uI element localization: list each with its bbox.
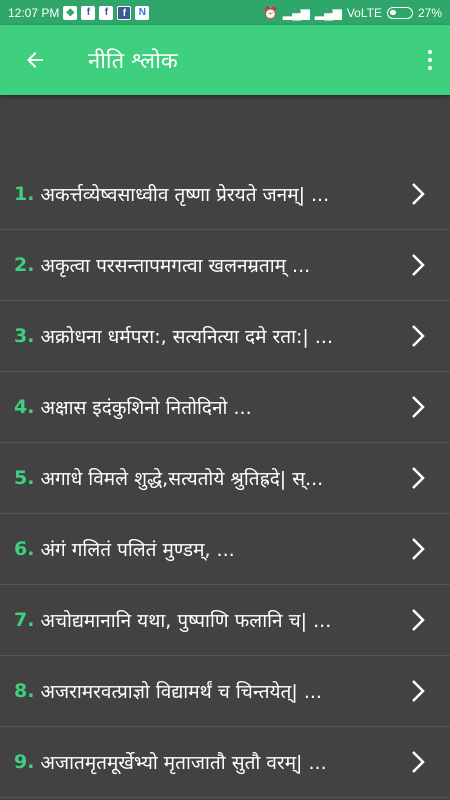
item-text: अजरामरवत्प्राज्ञो विद्यामर्थं च चिन्तयेत…	[40, 681, 322, 703]
shloka-list: 1. अकर्त्तव्येष्वसाध्वीव तृष्णा प्रेरयते…	[0, 159, 450, 798]
app-bar: नीति श्लोक	[0, 25, 450, 95]
chevron-right-icon	[406, 608, 430, 632]
arrow-left-icon	[27, 52, 43, 68]
chevron-right-icon	[406, 253, 430, 277]
battery-icon	[386, 6, 413, 19]
chevron-right-icon	[406, 679, 430, 703]
chevron-right-icon	[406, 395, 430, 419]
status-time: 12:07 PM	[8, 5, 60, 20]
item-text: अजातमृतमूर्खेभ्यो मृताजातौ सुतौ वरम्| ..…	[40, 752, 327, 774]
list-item[interactable]: 7. अचोद्यमानानि यथा, पुष्पाणि फलानि च| .…	[0, 585, 450, 656]
alarm-icon: ⏰	[262, 5, 278, 20]
chevron-right-icon	[406, 466, 430, 490]
signal-icon: ▂▄▆	[282, 5, 310, 20]
list-item[interactable]: 6. अंगं गलितं पलितं मुण्डम्, ...	[0, 514, 450, 585]
back-button[interactable]	[0, 25, 70, 95]
item-text: अक्षास इदंकुशिनो नितोदिनो ...	[40, 397, 252, 419]
list-item[interactable]: 2. अकृत्वा परसन्तापमगत्वा खलनम्रताम् ...	[0, 230, 450, 301]
item-number: 7.	[14, 609, 35, 631]
page-title: नीति श्लोक	[88, 49, 178, 74]
item-text: अंगं गलितं पलितं मुण्डम्, ...	[40, 539, 235, 561]
more-vert-icon	[428, 50, 432, 54]
signal-icon: ▂▄▆	[314, 5, 342, 20]
item-text: अगाधे विमले शुद्धे,सत्यतोये श्रुतिह्रदे|…	[40, 468, 324, 490]
item-text: अकर्त्तव्येष्वसाध्वीव तृष्णा प्रेरयते जन…	[40, 184, 330, 206]
item-number: 6.	[14, 538, 35, 560]
chevron-right-icon	[406, 750, 430, 774]
news-notification-icon: N	[135, 5, 150, 20]
network-type: VoLTE	[346, 5, 382, 20]
item-text: अचोद्यमानानि यथा, पुष्पाणि फलानि च| ...	[40, 610, 332, 632]
facebook-notification-icon: f	[117, 5, 132, 20]
overflow-menu-button[interactable]	[410, 25, 450, 95]
item-number: 8.	[14, 680, 35, 702]
facebook-notification-icon: f	[81, 5, 96, 20]
list-item[interactable]: 1. अकर्त्तव्येष्वसाध्वीव तृष्णा प्रेरयते…	[0, 159, 450, 230]
battery-percent: 27%	[417, 5, 442, 20]
list-item[interactable]: 4. अक्षास इदंकुशिनो नितोदिनो ...	[0, 372, 450, 443]
list-item[interactable]: 9. अजातमृतमूर्खेभ्यो मृताजातौ सुतौ वरम्|…	[0, 727, 450, 798]
list-item[interactable]: 3. अक्रोधना धर्मपरा:, सत्यनित्या दमे रता…	[0, 301, 450, 372]
list-item[interactable]: 8. अजरामरवत्प्राज्ञो विद्यामर्थं च चिन्त…	[0, 656, 450, 727]
shield-notification-icon: ◆	[63, 5, 78, 20]
item-number: 1.	[14, 183, 35, 205]
item-number: 4.	[14, 396, 35, 418]
facebook-notification-icon: f	[99, 5, 114, 20]
item-number: 5.	[14, 467, 35, 489]
item-number: 3.	[14, 325, 35, 347]
item-text: अक्रोधना धर्मपरा:, सत्यनित्या दमे रता:| …	[40, 326, 333, 348]
chevron-right-icon	[406, 537, 430, 561]
status-bar: 12:07 PM ◆ f f f N ⏰ ▂▄▆ ▂▄▆ VoLTE 27%	[0, 0, 450, 25]
item-text: अकृत्वा परसन्तापमगत्वा खलनम्रताम् ...	[40, 255, 311, 277]
list-item[interactable]: 5. अगाधे विमले शुद्धे,सत्यतोये श्रुतिह्र…	[0, 443, 450, 514]
chevron-right-icon	[406, 324, 430, 348]
item-number: 9.	[14, 751, 35, 773]
chevron-right-icon	[406, 182, 430, 206]
item-number: 2.	[14, 254, 35, 276]
